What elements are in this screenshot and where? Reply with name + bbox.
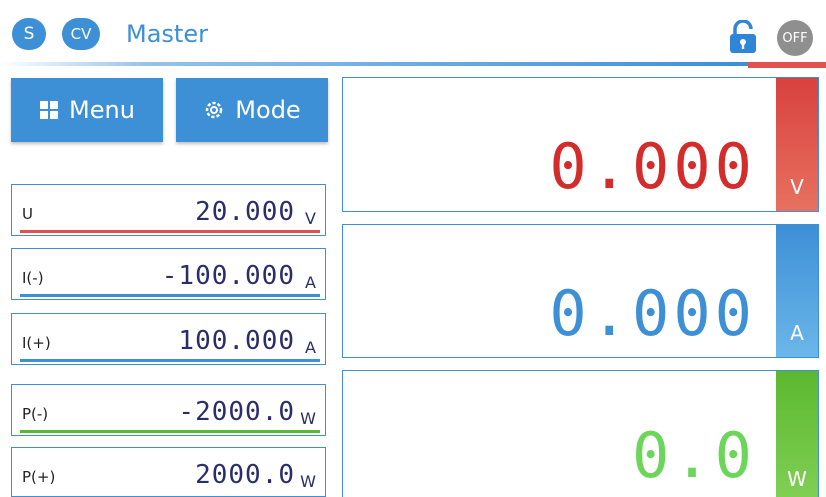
- param-unit: W: [300, 472, 316, 491]
- param-value: 2000.0: [195, 460, 295, 490]
- param-unit: A: [305, 273, 316, 292]
- param-current-positive[interactable]: I(+) 100.000 A: [11, 313, 326, 365]
- param-bar: [20, 230, 320, 233]
- power-unit: W: [787, 467, 807, 491]
- param-bar: [20, 294, 320, 297]
- menu-button-label: Menu: [69, 96, 135, 124]
- power-readout: 0.0 W: [342, 370, 819, 497]
- mode-button-label: Mode: [235, 96, 301, 124]
- unlock-icon[interactable]: [728, 20, 758, 54]
- param-value: -100.000: [161, 261, 295, 291]
- param-voltage[interactable]: U 20.000 V: [11, 184, 326, 236]
- param-bar: [20, 359, 320, 362]
- current-unit: A: [790, 321, 804, 345]
- current-unit-tab: A: [776, 225, 818, 357]
- page-title: Master: [126, 20, 208, 48]
- param-bar: [20, 430, 320, 433]
- power-status-off-button[interactable]: OFF: [777, 20, 813, 56]
- param-value: 100.000: [178, 326, 295, 356]
- param-unit: V: [305, 209, 316, 228]
- param-power-positive[interactable]: P(+) 2000.0 W: [11, 447, 326, 497]
- param-current-negative[interactable]: I(-) -100.000 A: [11, 248, 326, 300]
- param-value: 20.000: [195, 197, 295, 227]
- menu-button[interactable]: Menu: [11, 78, 163, 142]
- param-label: U: [22, 205, 33, 223]
- param-unit: W: [300, 409, 316, 428]
- voltage-readout: 0.000 V: [342, 77, 819, 212]
- power-unit-tab: W: [776, 371, 818, 497]
- param-unit: A: [305, 338, 316, 357]
- mode-badge-cv[interactable]: CV: [62, 18, 100, 50]
- voltage-unit: V: [790, 175, 804, 199]
- mode-button[interactable]: Mode: [176, 78, 328, 142]
- voltage-value: 0.000: [549, 130, 756, 203]
- current-value: 0.000: [549, 277, 756, 350]
- current-readout: 0.000 A: [342, 224, 819, 358]
- status-badge-s[interactable]: S: [12, 18, 46, 50]
- header-accent-strip: [748, 62, 826, 68]
- power-value: 0.0: [632, 419, 756, 492]
- header-bar: S CV Master OFF: [0, 0, 826, 68]
- voltage-unit-tab: V: [776, 78, 818, 211]
- header-divider: [0, 62, 748, 66]
- param-label: I(+): [22, 334, 51, 352]
- param-power-negative[interactable]: P(-) -2000.0 W: [11, 384, 326, 436]
- gear-icon: [206, 101, 223, 119]
- param-label: P(+): [22, 468, 56, 486]
- param-label: P(-): [22, 405, 49, 423]
- grid-icon: [40, 101, 59, 119]
- param-label: I(-): [22, 269, 44, 287]
- param-value: -2000.0: [178, 397, 295, 427]
